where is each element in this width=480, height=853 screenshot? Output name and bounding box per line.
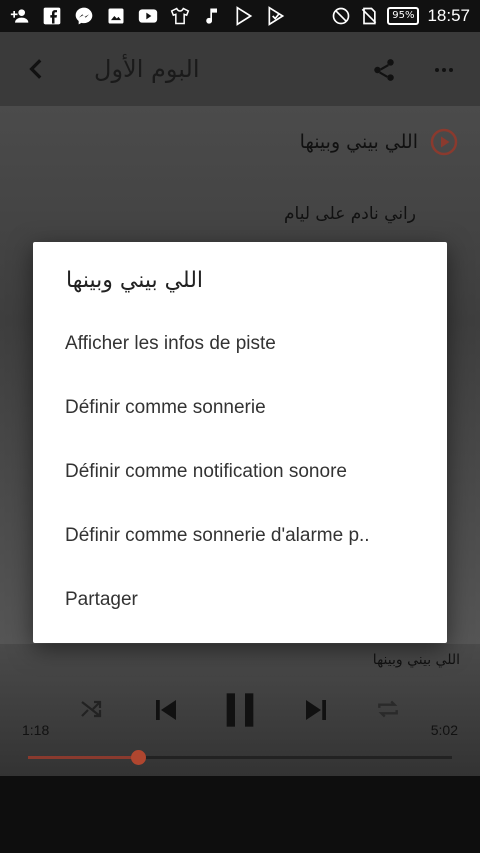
pause-button[interactable]	[216, 684, 264, 736]
no-sim-icon	[359, 6, 379, 26]
skip-next-icon	[306, 700, 326, 720]
now-playing-title: اللي بيني وبينها	[299, 131, 418, 153]
menu-item-set-alarm[interactable]: Définir comme sonnerie d'alarme p..	[33, 504, 447, 568]
repeat-button[interactable]	[370, 692, 406, 726]
pause-icon	[226, 693, 254, 727]
player-track-title: اللي بيني وبينها	[372, 652, 460, 668]
app-bar: البوم الأول	[0, 32, 480, 106]
skip-previous-icon	[156, 700, 176, 720]
menu-item-set-notification[interactable]: Définir comme notification sonore	[33, 440, 447, 504]
clock: 18:57	[427, 6, 470, 25]
share-icon	[374, 59, 394, 81]
shuffle-icon	[81, 700, 102, 718]
play-store-icon	[266, 6, 286, 26]
music-note-icon	[202, 6, 222, 26]
more-options-button[interactable]	[424, 50, 464, 90]
menu-item-track-info[interactable]: Afficher les infos de piste	[33, 312, 447, 376]
messenger-icon	[74, 6, 94, 26]
total-duration: 5:02	[430, 722, 458, 738]
back-button[interactable]	[0, 32, 74, 106]
back-arrow-icon	[29, 59, 42, 79]
navigation-area	[0, 776, 480, 853]
page-title: البوم الأول	[94, 55, 200, 83]
menu-item-share[interactable]: Partager	[33, 568, 447, 632]
previous-button[interactable]	[146, 690, 186, 730]
image-icon	[106, 6, 126, 26]
next-button[interactable]	[296, 690, 336, 730]
track-options-dialog: اللي بيني وبينها Afficher les infos de p…	[33, 242, 447, 643]
no-disturb-icon	[331, 6, 351, 26]
share-button[interactable]	[364, 50, 404, 90]
dialog-title: اللي بيني وبينها	[66, 268, 204, 293]
shirt-icon	[170, 6, 190, 26]
play-store-icon	[234, 6, 254, 26]
seek-bar[interactable]	[28, 750, 452, 765]
elapsed-time: 1:18	[22, 722, 50, 738]
youtube-icon	[138, 6, 158, 26]
track-item[interactable]: راني نادم على ليام	[284, 204, 416, 224]
play-circle-icon	[430, 128, 458, 156]
status-bar: 95% 18:57	[0, 0, 480, 32]
menu-item-set-ringtone[interactable]: Définir comme sonnerie	[33, 376, 447, 440]
add-person-icon	[10, 6, 30, 26]
battery-indicator: 95%	[387, 7, 420, 25]
repeat-icon	[378, 700, 398, 718]
now-playing-row[interactable]: اللي بيني وبينها	[300, 128, 458, 156]
player-bar: اللي بيني وبينها 1:18 5:02	[0, 644, 480, 776]
seek-bar-progress	[28, 756, 139, 759]
more-vert-icon	[435, 68, 453, 72]
facebook-icon	[42, 6, 62, 26]
shuffle-button[interactable]	[74, 692, 108, 726]
seek-bar-thumb[interactable]	[131, 750, 147, 765]
